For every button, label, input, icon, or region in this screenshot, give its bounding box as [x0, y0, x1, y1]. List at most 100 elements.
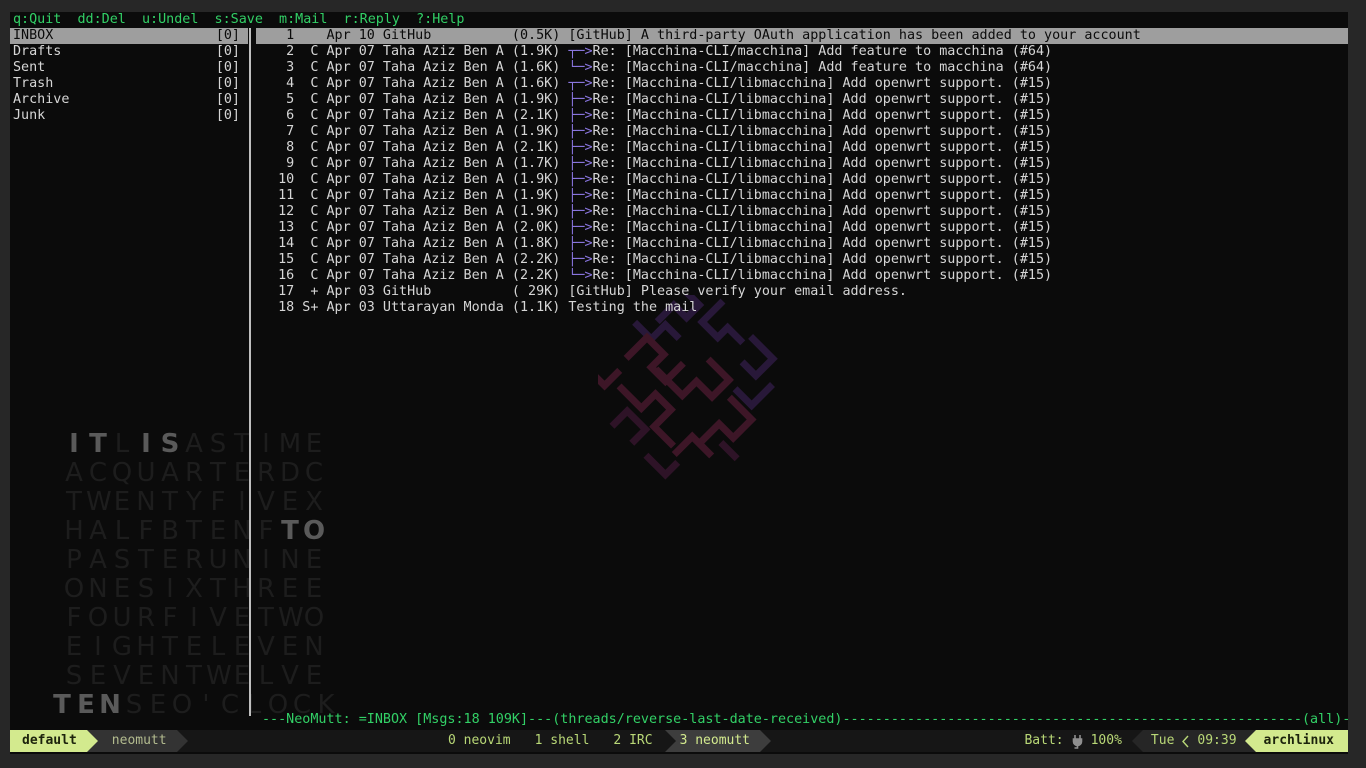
mail-subject: Re: [Macchina-CLI/libmacchina] Add openw… [593, 172, 1053, 187]
thread-tree-icon: ├─> [568, 252, 592, 267]
mail-row[interactable]: 13 C Apr 07 Taha Aziz Ben A (2.0K) ├─>Re… [256, 220, 1348, 236]
tmux-hostname: archlinux [1256, 730, 1348, 752]
tmux-window-label: 3 neomutt [676, 730, 760, 752]
mail-subject: Re: [Macchina-CLI/libmacchina] Add openw… [593, 204, 1053, 219]
battery-percent: 100% [1091, 730, 1122, 752]
mail-row[interactable]: 7 C Apr 07 Taha Aziz Ben A (1.9K) ├─>Re:… [256, 124, 1348, 140]
neomutt-help-bar: q:Quit dd:Del u:Undel s:Save m:Mail r:Re… [10, 12, 1348, 28]
sidebar-item-inbox[interactable]: INBOX[0] [10, 28, 248, 44]
mail-meta: 4 C Apr 07 Taha Aziz Ben A (1.6K) [262, 76, 568, 91]
mail-row[interactable]: 14 C Apr 07 Taha Aziz Ben A (1.8K) ├─>Re… [256, 236, 1348, 252]
tmux-window-list: 0 neovim1 shell2 IRC 3 neomutt [436, 730, 771, 752]
mail-meta: 16 C Apr 07 Taha Aziz Ben A (2.2K) [262, 268, 568, 283]
mail-row[interactable]: 8 C Apr 07 Taha Aziz Ben A (2.1K) ├─>Re:… [256, 140, 1348, 156]
mail-subject: Re: [Macchina-CLI/libmacchina] Add openw… [593, 156, 1053, 171]
mail-row[interactable]: 17 + Apr 03 GitHub ( 29K) [GitHub] Pleas… [256, 284, 1348, 300]
mail-subject: Re: [Macchina-CLI/libmacchina] Add openw… [593, 140, 1053, 155]
mail-subject: Re: [Macchina-CLI/libmacchina] Add openw… [593, 92, 1053, 107]
thread-tree-icon: ├─> [568, 92, 592, 107]
mail-row[interactable]: 10 C Apr 07 Taha Aziz Ben A (1.9K) ├─>Re… [256, 172, 1348, 188]
sidebar-item-trash[interactable]: Trash [0] [10, 76, 248, 92]
mailbox-sidebar: INBOX[0]Drafts[0]Sent[0]Trash[0]Archive[… [10, 28, 248, 124]
mail-row[interactable]: 15 C Apr 07 Taha Aziz Ben A (2.2K) ├─>Re… [256, 252, 1348, 268]
mail-row[interactable]: 9 C Apr 07 Taha Aziz Ben A (1.7K) ├─>Re:… [256, 156, 1348, 172]
tmux-status-bar: default neomutt 0 neovim1 shell2 IRC 3 ne… [10, 730, 1348, 752]
power-plug-icon [1071, 734, 1084, 749]
tmux-window[interactable]: 1 shell [523, 730, 602, 752]
mailbox-count: [0] [216, 92, 240, 108]
thin-chevron-icon [1182, 735, 1189, 748]
neomutt-app: q:Quit dd:Del u:Undel s:Save m:Mail r:Re… [10, 12, 1348, 754]
thread-tree-icon: ├─> [568, 236, 592, 251]
tmux-day: Tue [1151, 730, 1174, 752]
mail-meta: 6 C Apr 07 Taha Aziz Ben A (2.1K) [262, 108, 568, 123]
mailbox-name: Trash [13, 76, 53, 92]
mail-row[interactable]: 4 C Apr 07 Taha Aziz Ben A (1.6K) ┬─>Re:… [256, 76, 1348, 92]
mail-subject: Re: [Macchina-CLI/macchina] Add feature … [593, 60, 1053, 75]
sidebar-divider [249, 28, 251, 716]
mail-meta: 5 C Apr 07 Taha Aziz Ben A (1.9K) [262, 92, 568, 107]
neomutt-main: INBOX[0]Drafts[0]Sent[0]Trash[0]Archive[… [10, 28, 1348, 730]
mail-row[interactable]: 6 C Apr 07 Taha Aziz Ben A (2.1K) ├─>Re:… [256, 108, 1348, 124]
sidebar-item-archive[interactable]: Archive [0] [10, 92, 248, 108]
mail-row[interactable]: 2 C Apr 07 Taha Aziz Ben A (1.9K) ┬─>Re:… [256, 44, 1348, 60]
tmux-window[interactable]: 0 neovim [436, 730, 523, 752]
mail-meta: 1 Apr 10 GitHub (0.5K) [262, 28, 568, 43]
mail-subject: [GitHub] A third-party OAuth application… [568, 28, 1140, 43]
thread-tree-icon: ├─> [568, 140, 592, 155]
powerline-chevron-icon [1132, 730, 1143, 752]
powerline-chevron-icon [665, 730, 676, 752]
thread-tree-icon: ├─> [568, 124, 592, 139]
terminal-window: ITLISASTIMEACQUARTERDCTWENTYFIVEXHALFBTE… [10, 12, 1348, 754]
tmux-time: 09:39 [1197, 730, 1236, 752]
mail-subject: Re: [Macchina-CLI/libmacchina] Add openw… [593, 252, 1053, 267]
powerline-chevron-icon [177, 730, 188, 752]
mailbox-name: Archive [13, 92, 69, 108]
sidebar-item-junk[interactable]: Junk [0] [10, 108, 248, 124]
mailbox-count: [0] [216, 76, 240, 92]
mail-meta: 9 C Apr 07 Taha Aziz Ben A (1.7K) [262, 156, 568, 171]
mail-meta: 15 C Apr 07 Taha Aziz Ben A (2.2K) [262, 252, 568, 267]
mail-meta: 12 C Apr 07 Taha Aziz Ben A (1.9K) [262, 204, 568, 219]
thread-tree-icon: ├─> [568, 156, 592, 171]
mail-meta: 18 S+ Apr 03 Uttarayan Monda (1.1K) [262, 300, 568, 315]
mail-row[interactable]: 18 S+ Apr 03 Uttarayan Monda (1.1K) Test… [256, 300, 1348, 316]
mail-row[interactable]: 12 C Apr 07 Taha Aziz Ben A (1.9K) ├─>Re… [256, 204, 1348, 220]
thread-tree-icon: ┬─> [568, 44, 592, 59]
mail-row[interactable]: 3 C Apr 07 Taha Aziz Ben A (1.6K) └─>Re:… [256, 60, 1348, 76]
mailbox-name: INBOX [13, 28, 53, 44]
thread-tree-icon: ├─> [568, 108, 592, 123]
mail-meta: 11 C Apr 07 Taha Aziz Ben A (1.9K) [262, 188, 568, 203]
mailbox-name: Sent [13, 60, 45, 76]
mailbox-name: Junk [13, 108, 45, 124]
mail-row[interactable]: 16 C Apr 07 Taha Aziz Ben A (2.2K) └─>Re… [256, 268, 1348, 284]
mail-meta: 2 C Apr 07 Taha Aziz Ben A (1.9K) [262, 44, 568, 59]
desktop: ITLISASTIMEACQUARTERDCTWENTYFIVEXHALFBTE… [0, 0, 1366, 768]
tmux-session-name[interactable]: default [10, 730, 87, 752]
mailbox-count: [0] [216, 60, 240, 76]
mail-meta: 17 + Apr 03 GitHub ( 29K) [262, 284, 568, 299]
mail-index: 1 Apr 10 GitHub (0.5K) [GitHub] A third-… [256, 28, 1348, 316]
tmux-left: default neomutt [10, 730, 188, 752]
thread-tree-icon: ├─> [568, 172, 592, 187]
mailbox-name: Drafts [13, 44, 61, 60]
tmux-window[interactable]: 2 IRC [601, 730, 664, 752]
mailbox-count: [0] [216, 108, 240, 124]
mail-subject: Re: [Macchina-CLI/libmacchina] Add openw… [593, 188, 1053, 203]
mail-meta: 3 C Apr 07 Taha Aziz Ben A (1.6K) [262, 60, 568, 75]
tmux-window-active[interactable]: 3 neomutt [665, 730, 771, 752]
tmux-datetime: Tue 09:39 [1143, 730, 1245, 752]
powerline-chevron-icon [1245, 730, 1256, 752]
mail-row[interactable]: 5 C Apr 07 Taha Aziz Ben A (1.9K) ├─>Re:… [256, 92, 1348, 108]
mail-meta: 13 C Apr 07 Taha Aziz Ben A (2.0K) [262, 220, 568, 235]
sidebar-item-sent[interactable]: Sent [0] [10, 60, 248, 76]
mail-row[interactable]: 1 Apr 10 GitHub (0.5K) [GitHub] A third-… [256, 28, 1348, 44]
thread-tree-icon: ├─> [568, 220, 592, 235]
sidebar-item-drafts[interactable]: Drafts [0] [10, 44, 248, 60]
mail-row[interactable]: 11 C Apr 07 Taha Aziz Ben A (1.9K) ├─>Re… [256, 188, 1348, 204]
thread-tree-icon: ├─> [568, 204, 592, 219]
mail-subject: Re: [Macchina-CLI/libmacchina] Add openw… [593, 76, 1053, 91]
mailbox-count: [0] [216, 44, 240, 60]
mail-subject: Re: [Macchina-CLI/macchina] Add feature … [593, 44, 1053, 59]
tmux-right: Batt: 100% Tue [1024, 730, 1348, 752]
